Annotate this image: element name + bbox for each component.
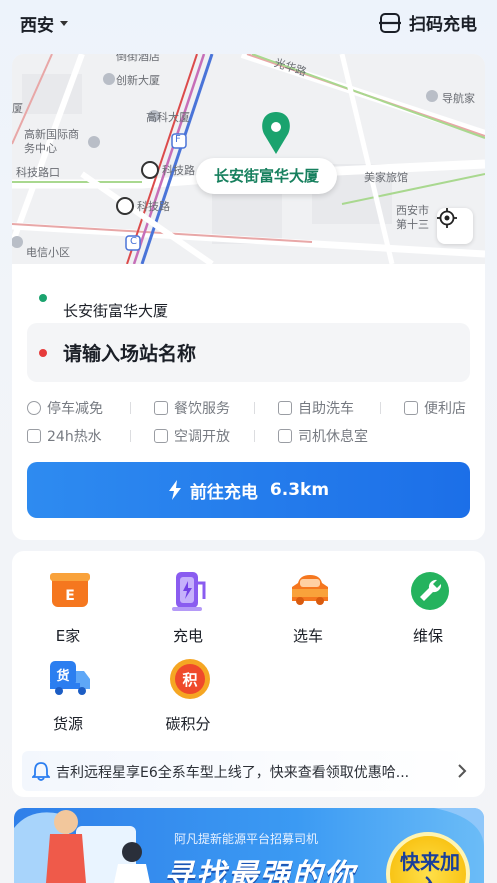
service-carbon-points[interactable]: 积 碳积分: [138, 639, 238, 733]
go-charge-label: 前往充电: [189, 482, 258, 503]
scan-charge-button[interactable]: 扫码充电: [379, 10, 477, 35]
car-select-icon: [292, 575, 328, 605]
amenity-label: 24h热水: [47, 429, 102, 445]
map-label: 厦: [12, 102, 23, 115]
map-label: 倒街酒店: [116, 54, 160, 63]
metro-line-label: C: [130, 236, 137, 247]
origin-dot-icon: [39, 294, 47, 302]
e-home-badge: E: [65, 588, 75, 604]
service-label: 选车: [292, 627, 323, 645]
hot-water-icon: [27, 429, 41, 443]
pin-location-label[interactable]: 长安街富华大厦: [196, 158, 338, 194]
locate-button[interactable]: [437, 208, 473, 244]
divider: [130, 430, 131, 442]
cargo-badge: 货: [56, 668, 69, 684]
metro-line-label: F: [175, 134, 181, 145]
services-card: E E家 充电 选车 维保 货 货源 积 碳积分 吉利远程星享E6全系车型上线了…: [12, 551, 485, 797]
destination-placeholder: 请输入场站名称: [63, 343, 197, 365]
destination-dot-icon: [39, 349, 47, 357]
car-wash-icon: [278, 401, 292, 415]
e-home-icon: E: [50, 573, 90, 607]
parking-icon: [27, 401, 41, 415]
map-label: 科技路: [162, 164, 195, 177]
service-charging[interactable]: 充电: [138, 551, 238, 645]
amenity-label: 停车减免: [47, 401, 103, 417]
origin-field[interactable]: 长安街富华大厦: [39, 294, 469, 324]
notice-text: 吉利远程星享E6全系车型上线了，快来查看领取优惠哈...: [56, 765, 410, 781]
amenity-label: 自助洗车: [298, 401, 354, 417]
amenity-parking: 停车减免: [27, 398, 103, 418]
go-charge-button[interactable]: 前往充电 6.3km: [27, 462, 470, 518]
service-label: 维保: [412, 627, 443, 645]
city-selector[interactable]: 西安: [20, 11, 68, 36]
air-conditioning-icon: [154, 429, 168, 443]
destination-input[interactable]: 请输入场站名称: [27, 323, 470, 382]
city-label: 西安: [20, 16, 54, 36]
notice-bar[interactable]: 吉利远程星享E6全系车型上线了，快来查看领取优惠哈...: [22, 751, 475, 791]
lightning-icon: [168, 480, 181, 500]
divider: [380, 402, 381, 414]
amenity-store: 便利店: [404, 398, 466, 418]
amenity-dining: 餐饮服务: [154, 398, 230, 418]
map-label: 电信小区: [26, 246, 70, 259]
scan-charge-label: 扫码充电: [409, 15, 477, 35]
amenity-hot-water: 24h热水: [27, 426, 102, 446]
charging-station-icon: [172, 572, 206, 611]
banner-subtitle: 阿凡提新能源平台招募司机: [174, 832, 319, 846]
amenity-car-wash: 自助洗车: [278, 398, 354, 418]
banner-headline: 寻找最强的你: [164, 858, 356, 883]
map-view[interactable]: 创新大厦 高科大厦 光华路 导航家 高新国际商务中心 科技路口 科技路 科技路 …: [12, 54, 485, 264]
map-label: 美家旅馆: [364, 171, 408, 184]
amenity-label: 便利店: [424, 401, 466, 417]
amenity-driver-lounge: 司机休息室: [278, 426, 368, 446]
carbon-points-icon: 积: [170, 659, 210, 699]
top-bar: 西安 扫码充电: [0, 0, 497, 46]
service-car-select[interactable]: 选车: [258, 551, 358, 645]
route-card: 创新大厦 高科大厦 光华路 导航家 高新国际商务中心 科技路口 科技路 科技路 …: [12, 54, 485, 540]
store-icon: [404, 401, 418, 415]
service-cargo[interactable]: 货 货源: [18, 639, 118, 733]
map-label: 导航家: [442, 92, 475, 105]
bell-icon: [32, 762, 50, 781]
divider: [254, 402, 255, 414]
scan-icon: [379, 12, 401, 33]
service-label: 碳积分: [165, 715, 211, 733]
service-e-home[interactable]: E E家: [18, 551, 118, 645]
amenity-label: 空调开放: [174, 429, 230, 445]
recruit-banner[interactable]: 阿凡提新能源平台招募司机 寻找最强的你 快来加入: [14, 808, 484, 883]
service-label: 货源: [52, 715, 83, 733]
distance-label: 6.3km: [269, 480, 330, 500]
map-label: 高新国际商务中心: [24, 128, 79, 155]
map-label: 高科大厦: [146, 111, 190, 124]
carbon-points-badge: 积: [182, 671, 197, 689]
map-label: 科技路: [137, 200, 170, 213]
divider: [254, 430, 255, 442]
map-label: 创新大厦: [116, 74, 160, 87]
amenity-air-conditioning: 空调开放: [154, 426, 230, 446]
amenity-label: 司机休息室: [298, 429, 368, 445]
join-now-label: 快来加入: [400, 850, 460, 883]
chevron-right-icon: [458, 764, 467, 778]
origin-text: 长安街富华大厦: [63, 302, 169, 320]
dining-icon: [154, 401, 168, 415]
driver-lounge-icon: [278, 429, 292, 443]
wrench-icon: [411, 572, 449, 610]
map-label: 科技路口: [16, 166, 60, 179]
divider: [130, 402, 131, 414]
amenity-label: 餐饮服务: [174, 401, 230, 417]
caret-down-icon: [60, 21, 68, 26]
crosshair-icon: [437, 208, 457, 228]
cargo-truck-icon: 货: [50, 661, 90, 695]
service-maintenance[interactable]: 维保: [378, 551, 478, 645]
map-label: 西安市第十三: [396, 204, 429, 231]
